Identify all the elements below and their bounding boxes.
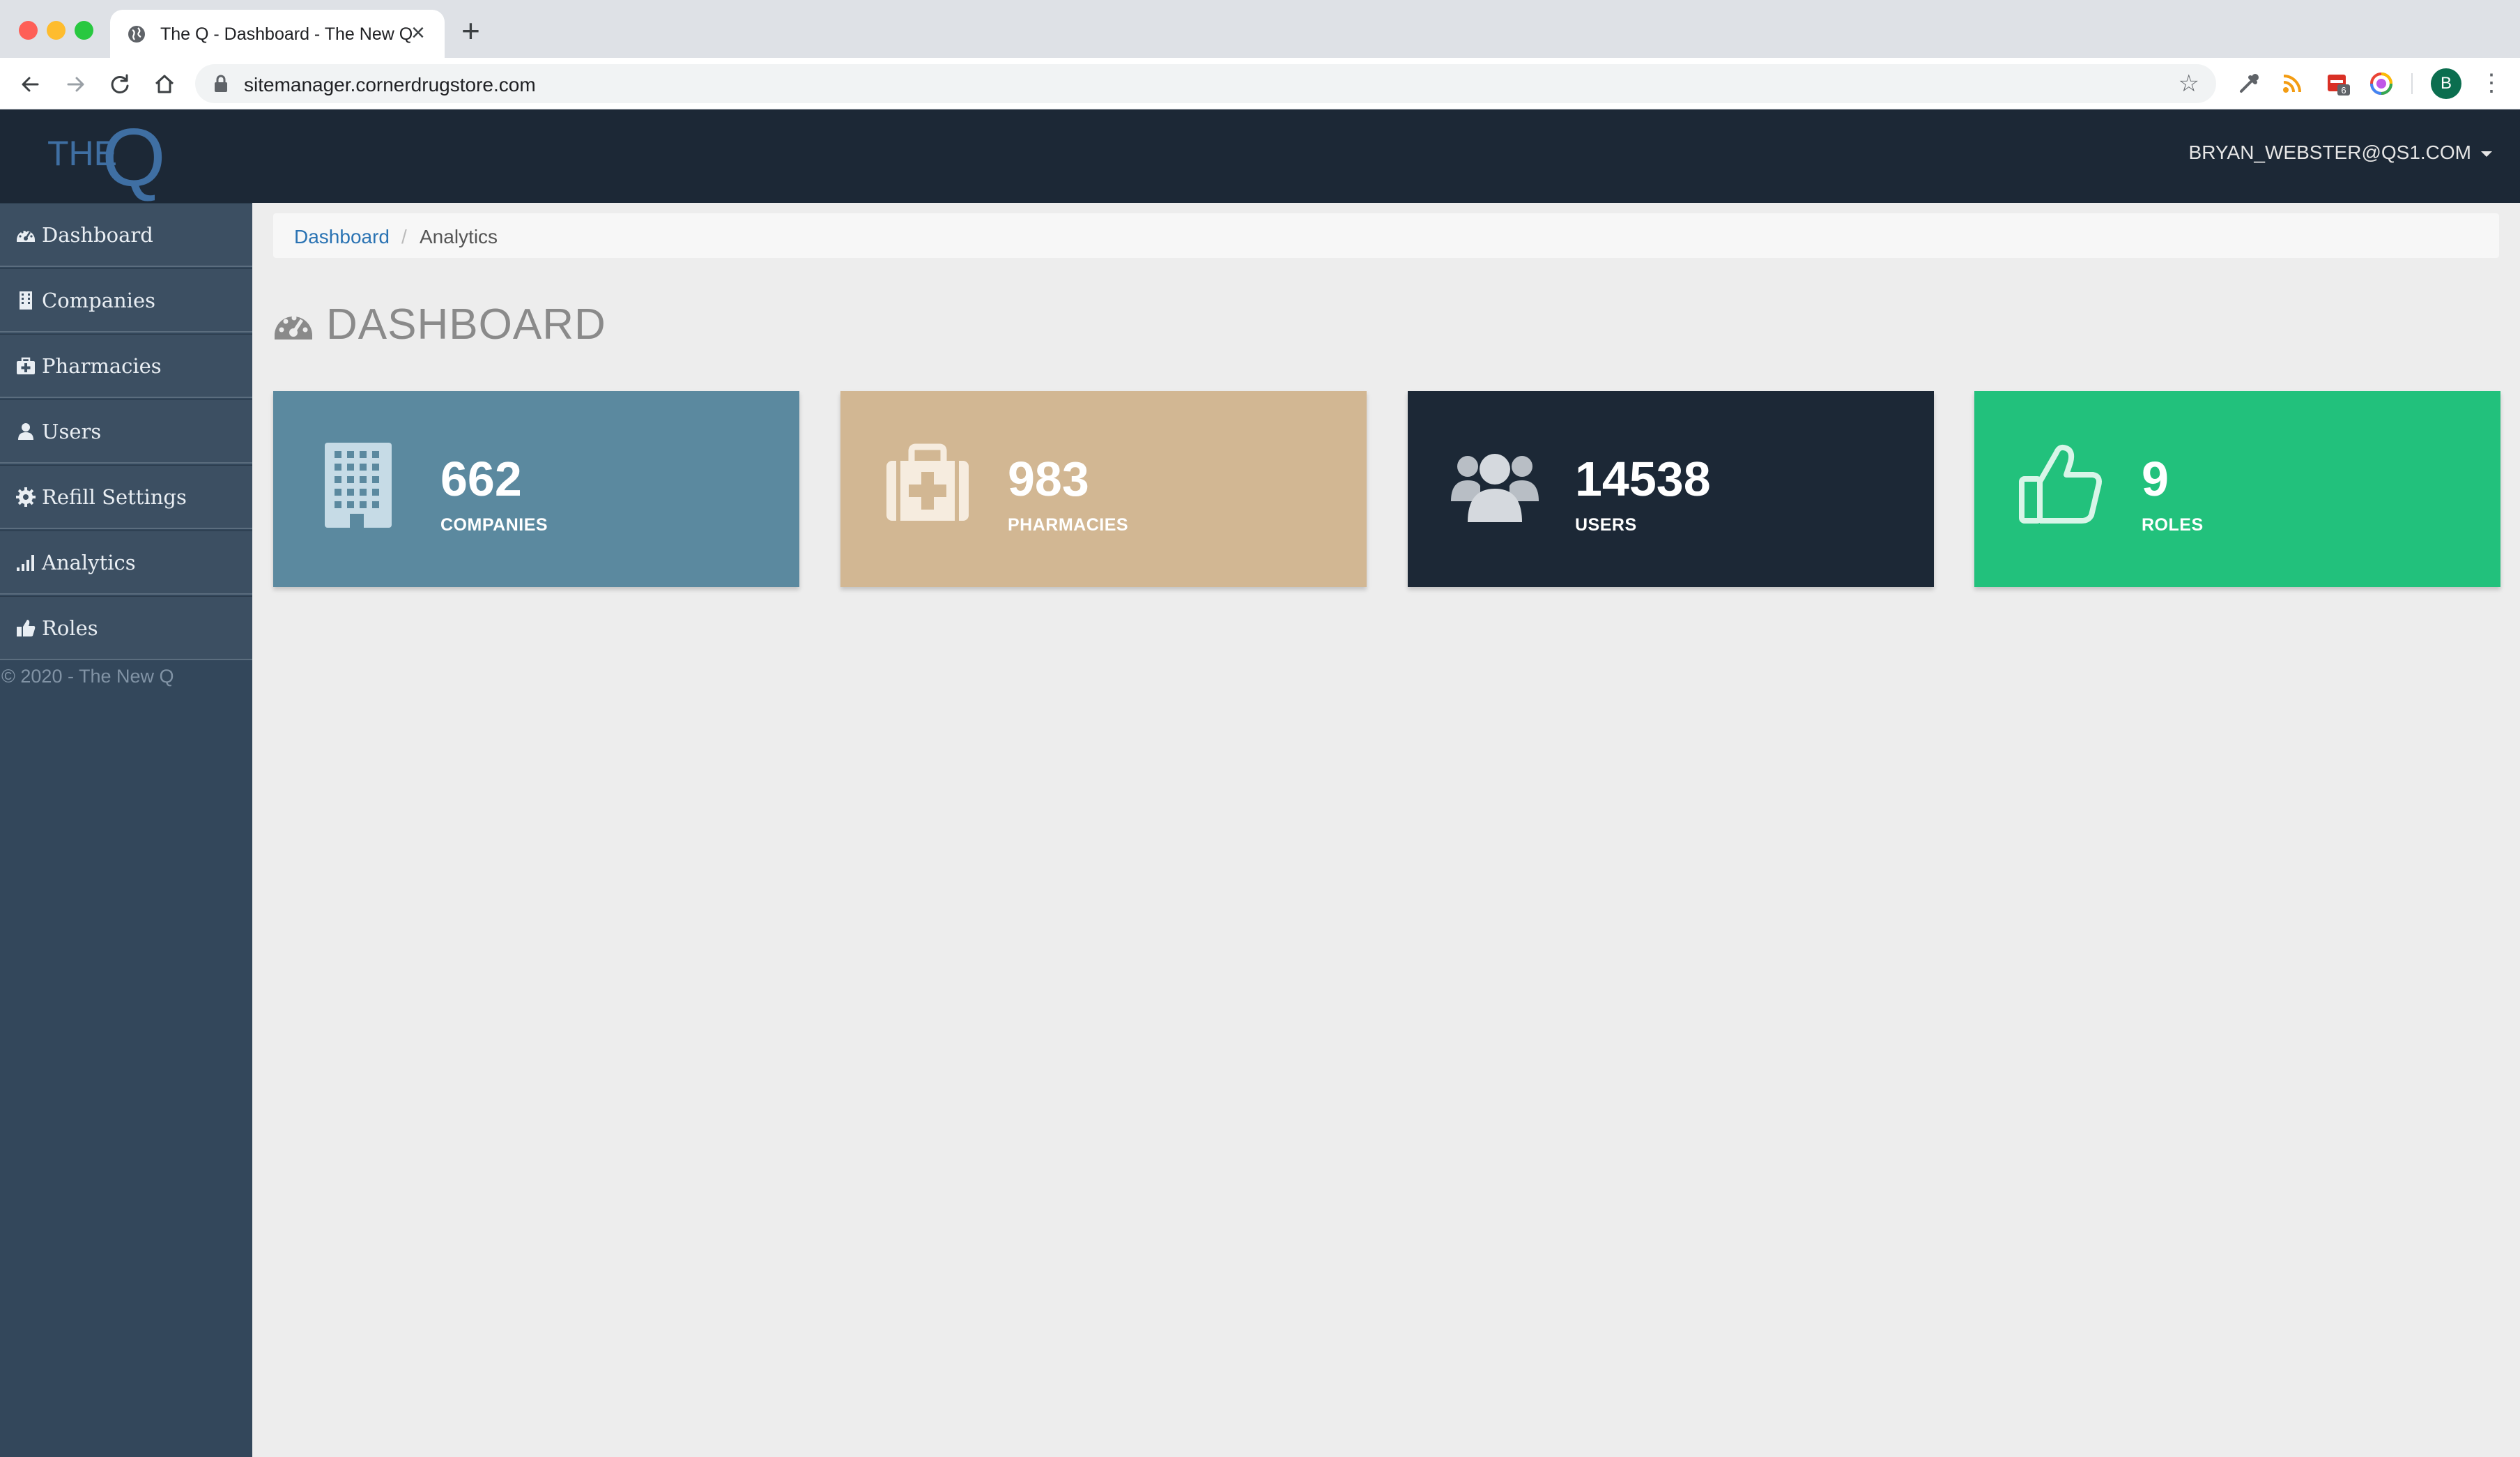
calendar-extension-icon[interactable]: 6 [2326, 72, 2350, 96]
sidebar-item-roles[interactable]: Roles [0, 596, 252, 660]
sidebar-item-label: Users [42, 419, 102, 443]
sidebar-item-companies[interactable]: Companies [0, 268, 252, 333]
sidebar-item-label: Roles [42, 616, 98, 640]
lock-icon[interactable] [213, 75, 229, 93]
building-icon [325, 443, 392, 528]
users-card[interactable]: 14538 USERS [1408, 391, 1934, 587]
the-q-logo[interactable]: THE Q [45, 116, 184, 199]
toolbar-divider [2411, 73, 2413, 94]
breadcrumb-current: Analytics [420, 226, 498, 247]
breadcrumb-separator: / [401, 226, 407, 247]
gear-icon [16, 487, 36, 507]
roles-card[interactable]: 9 ROLES [1974, 391, 2500, 587]
maximize-window-button[interactable] [75, 21, 93, 40]
user-icon [18, 422, 33, 440]
sidebar-item-pharmacies[interactable]: Pharmacies [0, 334, 252, 398]
sidebar-item-label: Companies [42, 288, 155, 312]
breadcrumb: Dashboard / Analytics [273, 213, 2499, 258]
browser-tab[interactable]: The Q - Dashboard - The New Q × [110, 10, 445, 58]
sidebar-item-label: Pharmacies [42, 353, 162, 378]
profile-avatar[interactable]: B [2431, 68, 2461, 99]
calendar-badge: 6 [2341, 85, 2346, 96]
browser-toolbar: sitemanager.cornerdrugstore.com ☆ 6 B ⋮ [0, 58, 2520, 109]
sidebar-item-label: Refill Settings [42, 485, 187, 509]
url-text[interactable]: sitemanager.cornerdrugstore.com [244, 74, 536, 96]
eyedropper-extension-icon[interactable] [2237, 72, 2261, 96]
home-icon[interactable] [149, 69, 180, 100]
thumbs-up-icon [17, 619, 36, 636]
users-icon [1451, 454, 1539, 522]
signal-bars-icon [17, 554, 34, 571]
tab-title: The Q - Dashboard - The New Q [160, 24, 413, 44]
medkit-icon [17, 357, 35, 374]
companies-count: 662 [440, 452, 522, 506]
color-extension-icon[interactable] [2369, 72, 2393, 96]
sidebar-item-users[interactable]: Users [0, 399, 252, 464]
browser-tab-bar: The Q - Dashboard - The New Q × + [0, 0, 2520, 58]
copyright-text: © 2020 - The New Q [1, 666, 174, 687]
page-title: DASHBOARD [273, 300, 606, 349]
close-window-button[interactable] [19, 21, 38, 40]
reload-icon[interactable] [105, 69, 135, 100]
user-email: BRYAN_WEBSTER@QS1.COM [2188, 142, 2471, 163]
roles-count: 9 [2142, 452, 2169, 506]
dashboard-icon [17, 229, 35, 242]
page-title-text: DASHBOARD [326, 300, 606, 349]
rss-extension-icon[interactable] [2280, 72, 2304, 96]
browser-menu-icon[interactable]: ⋮ [2480, 69, 2503, 97]
companies-label: COMPANIES [440, 515, 548, 535]
forward-arrow-icon[interactable] [60, 69, 91, 100]
address-bar[interactable]: sitemanager.cornerdrugstore.com ☆ [195, 64, 2216, 103]
globe-icon [128, 26, 145, 43]
sidebar-item-dashboard[interactable]: Dashboard [0, 203, 252, 267]
dashboard-icon [275, 315, 312, 340]
medkit-icon [886, 443, 969, 521]
companies-card[interactable]: 662 COMPANIES [273, 391, 799, 587]
breadcrumb-link-dashboard[interactable]: Dashboard [294, 226, 390, 248]
thumbs-up-icon [2019, 444, 2102, 524]
building-icon [20, 291, 32, 310]
sidebar-item-label: Analytics [42, 550, 136, 574]
close-tab-icon[interactable]: × [411, 20, 425, 46]
sidebar-item-refill-settings[interactable]: Refill Settings [0, 465, 252, 529]
pharmacies-card[interactable]: 983 PHARMACIES [840, 391, 1367, 587]
roles-label: ROLES [2142, 515, 2204, 535]
app-header: THE Q BRYAN_WEBSTER@QS1.COM [0, 109, 2520, 203]
minimize-window-button[interactable] [47, 21, 66, 40]
sidebar-item-label: Dashboard [42, 222, 153, 247]
pharmacies-count: 983 [1008, 452, 1089, 506]
sidebar: Dashboard Companies Pharmacies Users Ref… [0, 203, 252, 1457]
new-tab-button[interactable]: + [461, 15, 480, 47]
users-count: 14538 [1575, 452, 1711, 506]
pharmacies-label: PHARMACIES [1008, 515, 1129, 535]
caret-down-icon [2481, 151, 2492, 157]
users-label: USERS [1575, 515, 1637, 535]
user-menu-dropdown[interactable]: BRYAN_WEBSTER@QS1.COM [2189, 142, 2492, 164]
logo-q-text: Q [102, 112, 166, 204]
sidebar-item-analytics[interactable]: Analytics [0, 531, 252, 595]
back-arrow-icon[interactable] [15, 69, 46, 100]
bookmark-star-icon[interactable]: ☆ [2179, 71, 2199, 96]
